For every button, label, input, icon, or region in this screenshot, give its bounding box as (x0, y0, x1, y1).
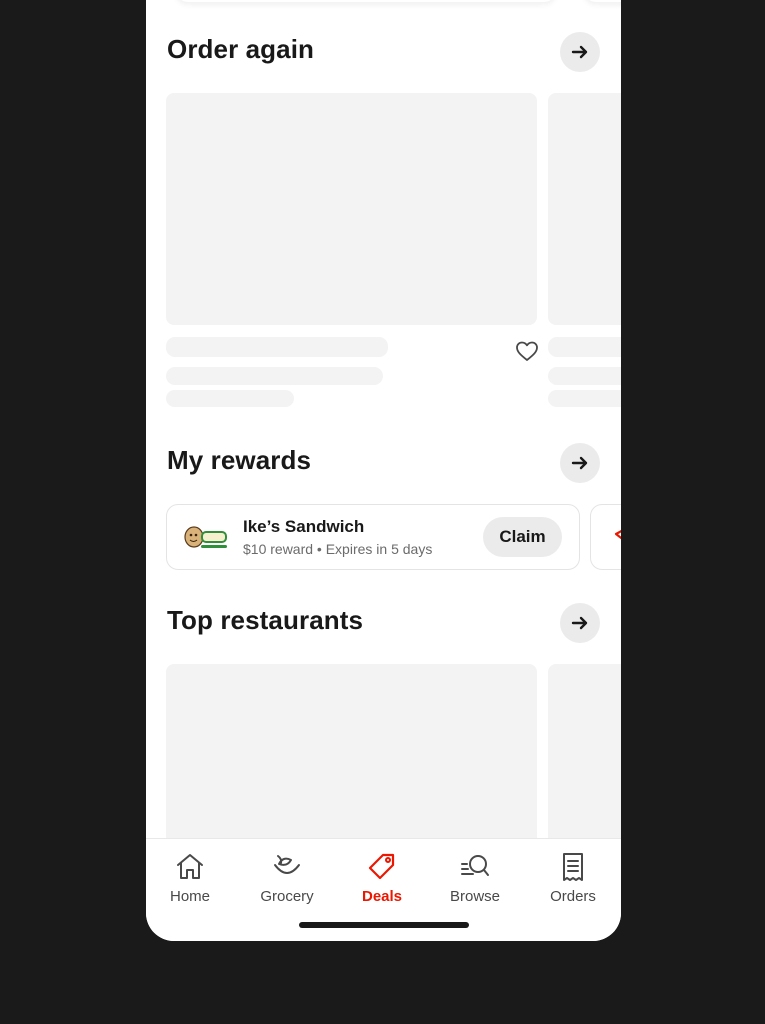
order-again-title: Order again (167, 34, 315, 64)
top-restaurants-see-all-button[interactable] (560, 603, 600, 643)
order-again-card-image-placeholder[interactable] (166, 93, 537, 325)
previous-card-edge-2 (584, 0, 621, 2)
tab-home[interactable]: Home (146, 851, 235, 911)
restaurant-card-image-placeholder-2[interactable] (548, 664, 621, 838)
my-rewards-see-all-button[interactable] (560, 443, 600, 483)
tab-orders[interactable]: Orders (528, 851, 618, 911)
tab-deals[interactable]: Deals (337, 851, 427, 911)
app-screen: Order again My rewards Ike’s Sandwich $1… (146, 0, 621, 941)
reward-card[interactable]: Ike’s Sandwich $10 reward • Expires in 5… (166, 504, 580, 570)
bottom-tab-bar: Home Grocery Deals Browse Orders (146, 838, 621, 941)
arrow-right-icon (571, 616, 588, 630)
deals-tag-icon (368, 853, 395, 880)
skeleton-line (166, 337, 388, 357)
top-restaurants-title: Top restaurants (167, 605, 364, 635)
scroll-content[interactable]: Order again My rewards Ike’s Sandwich $1… (146, 0, 621, 838)
restaurant-card-image-placeholder[interactable] (166, 664, 537, 838)
tab-grocery[interactable]: Grocery (242, 851, 332, 911)
previous-card-edge (176, 0, 556, 2)
home-indicator[interactable] (299, 922, 469, 928)
skeleton-line (548, 390, 621, 407)
tab-label: Grocery (260, 888, 314, 905)
tab-label: Orders (550, 888, 596, 905)
deal-tag-icon (614, 529, 621, 540)
reward-details: $10 reward • Expires in 5 days (243, 541, 433, 557)
skeleton-line (548, 337, 621, 357)
home-icon (177, 854, 203, 879)
claim-button[interactable]: Claim (483, 517, 562, 557)
my-rewards-title: My rewards (167, 445, 312, 475)
order-again-see-all-button[interactable] (560, 32, 600, 72)
browse-search-icon (461, 855, 489, 876)
skeleton-line (166, 367, 383, 385)
tab-label: Browse (449, 888, 501, 905)
arrow-right-icon (571, 45, 588, 59)
orders-receipt-icon (563, 853, 583, 881)
order-again-card-image-placeholder-2[interactable] (548, 93, 621, 325)
ikes-logo-icon (184, 526, 227, 548)
tab-browse[interactable]: Browse (430, 851, 520, 911)
skeleton-line (166, 390, 294, 407)
tab-label: Deals (361, 888, 403, 905)
heart-icon[interactable] (515, 340, 539, 362)
grocery-icon (274, 855, 300, 874)
skeleton-line (548, 367, 621, 385)
arrow-right-icon (571, 456, 588, 470)
tab-label: Home (169, 888, 210, 905)
reward-restaurant-name: Ike’s Sandwich (243, 517, 365, 536)
